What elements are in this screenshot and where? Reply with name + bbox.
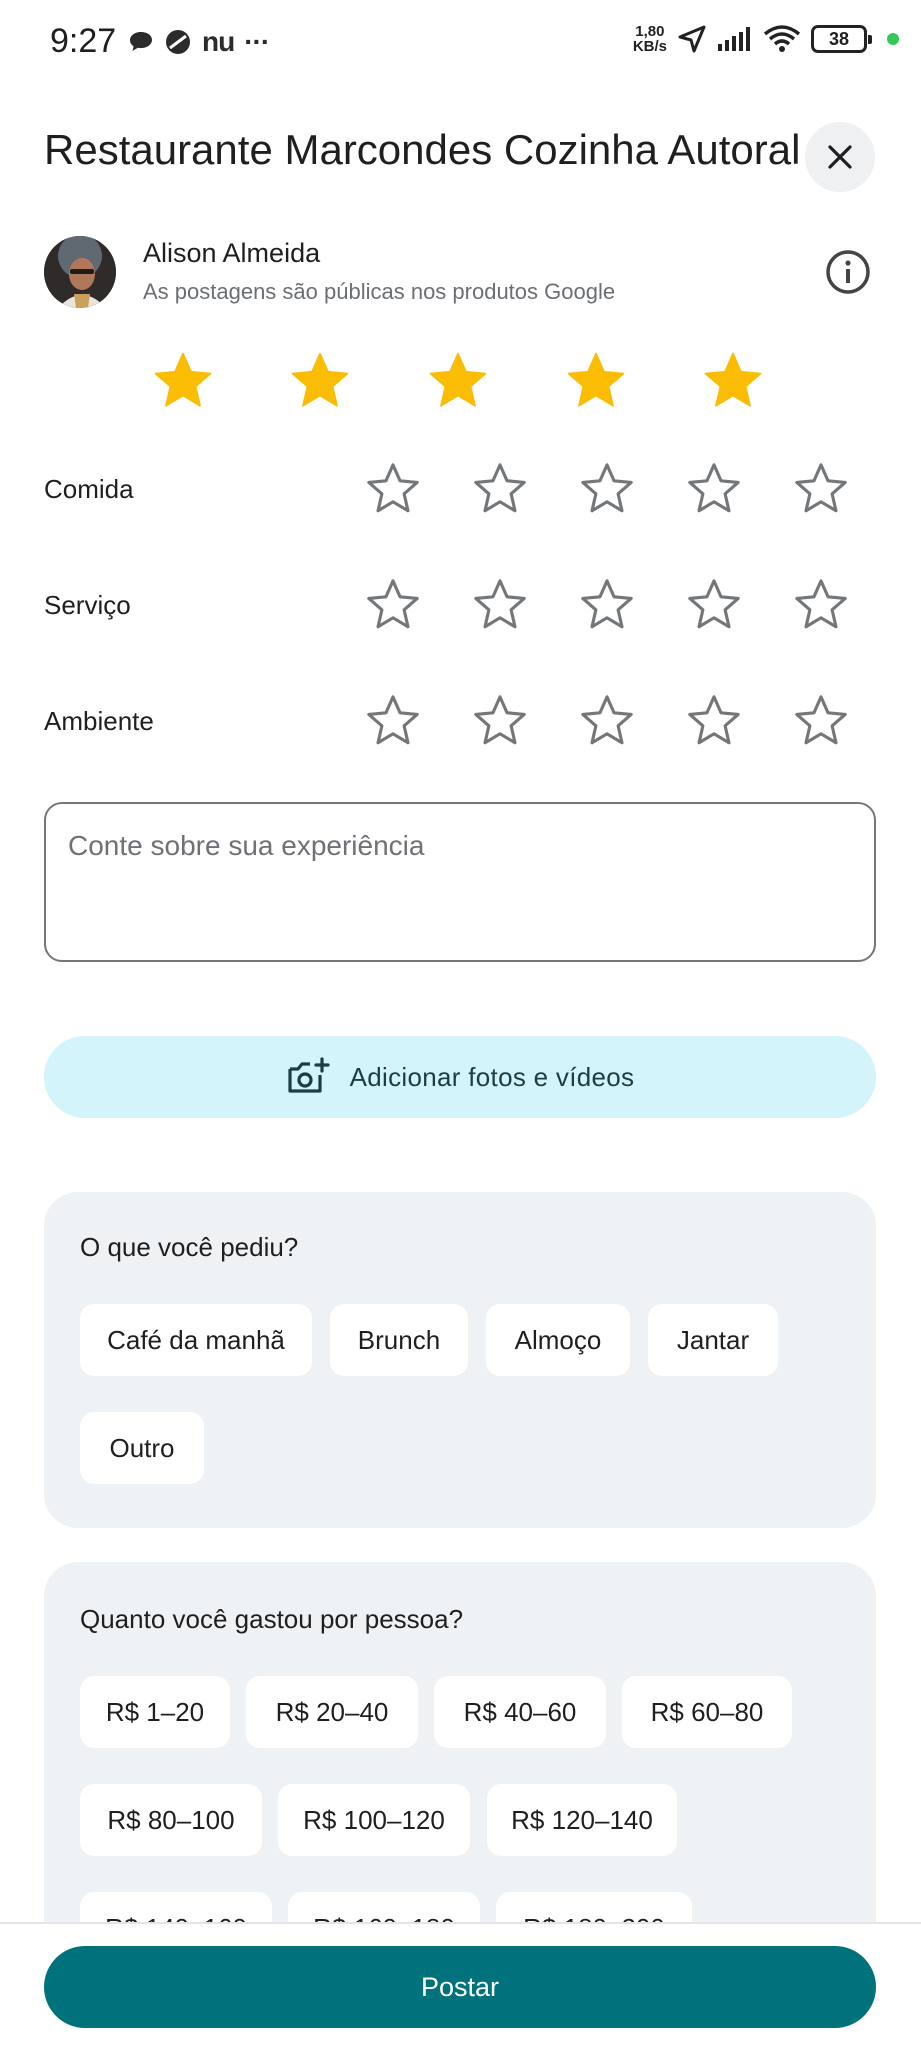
rating-star-icon[interactable]	[364, 460, 422, 518]
user-visibility-note: As postagens são públicas nos produtos G…	[143, 279, 616, 304]
spend-option-chip[interactable]: R$ 1–20	[80, 1676, 230, 1748]
status-bar: 9:27 nu ··· 1,80 KB/s 38	[0, 0, 921, 88]
more-dots-icon: ···	[244, 26, 270, 57]
info-button[interactable]	[824, 248, 872, 296]
spend-question-title: Quanto você gastou por pessoa?	[80, 1604, 464, 1634]
rating-label: Serviço	[44, 590, 131, 620]
add-photos-label: Adicionar fotos e vídeos	[349, 1061, 635, 1092]
meal-option-chip[interactable]: Almoço	[486, 1304, 630, 1376]
post-button[interactable]: Postar	[44, 1946, 876, 2028]
avatar	[44, 236, 116, 308]
rating-star-icon[interactable]	[685, 576, 743, 634]
bottom-bar: Postar	[0, 1922, 921, 2048]
rating-star-icon[interactable]	[471, 460, 529, 518]
rating-label: Ambiente	[44, 706, 154, 736]
rating-star-icon[interactable]	[364, 576, 422, 634]
wifi-icon	[763, 25, 801, 52]
spend-option-chip[interactable]: R$ 20–40	[246, 1676, 418, 1748]
close-button[interactable]	[805, 122, 875, 192]
nubank-icon: nu	[202, 26, 235, 57]
rating-star-icon[interactable]	[364, 692, 422, 750]
rating-star-icon[interactable]	[471, 692, 529, 750]
rating-star-icon[interactable]	[685, 692, 743, 750]
privacy-dot-icon	[887, 33, 899, 45]
info-icon	[826, 250, 870, 294]
overall-star-icon[interactable]	[563, 348, 629, 414]
net-speed: 1,80 KB/s	[632, 23, 667, 55]
meal-option-chip[interactable]: Café da manhã	[80, 1304, 312, 1376]
overall-star-icon[interactable]	[425, 348, 491, 414]
location-arrow-icon	[678, 25, 706, 53]
meal-option-chip[interactable]: Jantar	[648, 1304, 778, 1376]
overall-rating	[0, 348, 921, 414]
rating-star-icon[interactable]	[578, 692, 636, 750]
meal-question-title: O que você pediu?	[80, 1232, 299, 1262]
meal-option-chip[interactable]: Brunch	[330, 1304, 468, 1376]
user-name: Alison Almeida	[143, 238, 321, 268]
rating-row-ambiente: Ambiente	[0, 692, 921, 752]
rating-star-icon[interactable]	[792, 692, 850, 750]
review-placeholder: Conte sobre sua experiência	[68, 830, 425, 861]
meal-option-chip[interactable]: Outro	[80, 1412, 204, 1484]
spend-option-chip[interactable]: R$ 80–100	[80, 1784, 262, 1856]
status-time: 9:27	[50, 22, 117, 60]
review-textarea[interactable]: Conte sobre sua experiência	[44, 802, 876, 962]
spend-question-card: Quanto você gastou por pessoa? R$ 1–20 R…	[44, 1562, 876, 1982]
signal-icon	[718, 27, 750, 51]
chat-bubble-icon	[130, 32, 152, 51]
rating-star-icon[interactable]	[578, 576, 636, 634]
add-photos-button[interactable]: Adicionar fotos e vídeos	[44, 1036, 876, 1118]
spend-option-chip[interactable]: R$ 120–140	[487, 1784, 677, 1856]
spend-option-chip[interactable]: R$ 60–80	[622, 1676, 792, 1748]
add-camera-icon	[288, 1057, 330, 1093]
rating-label: Comida	[44, 474, 134, 504]
rating-star-icon[interactable]	[471, 576, 529, 634]
overall-star-icon[interactable]	[287, 348, 353, 414]
meal-question-card: O que você pediu? Café da manhã Brunch A…	[44, 1192, 876, 1528]
rating-star-icon[interactable]	[578, 460, 636, 518]
overall-star-icon[interactable]	[150, 348, 216, 414]
close-icon	[828, 145, 852, 169]
spend-option-chip[interactable]: R$ 100–120	[278, 1784, 470, 1856]
overall-star-icon[interactable]	[700, 348, 766, 414]
rating-star-icon[interactable]	[792, 576, 850, 634]
rating-row-servico: Serviço	[0, 576, 921, 636]
circle-app-icon	[166, 30, 190, 54]
rating-row-comida: Comida	[0, 460, 921, 520]
rating-star-icon[interactable]	[685, 460, 743, 518]
rating-star-icon[interactable]	[792, 460, 850, 518]
battery-icon: 38	[811, 25, 872, 53]
spend-option-chip[interactable]: R$ 40–60	[434, 1676, 606, 1748]
page-title: Restaurante Marcondes Cozinha Autoral	[44, 126, 801, 173]
